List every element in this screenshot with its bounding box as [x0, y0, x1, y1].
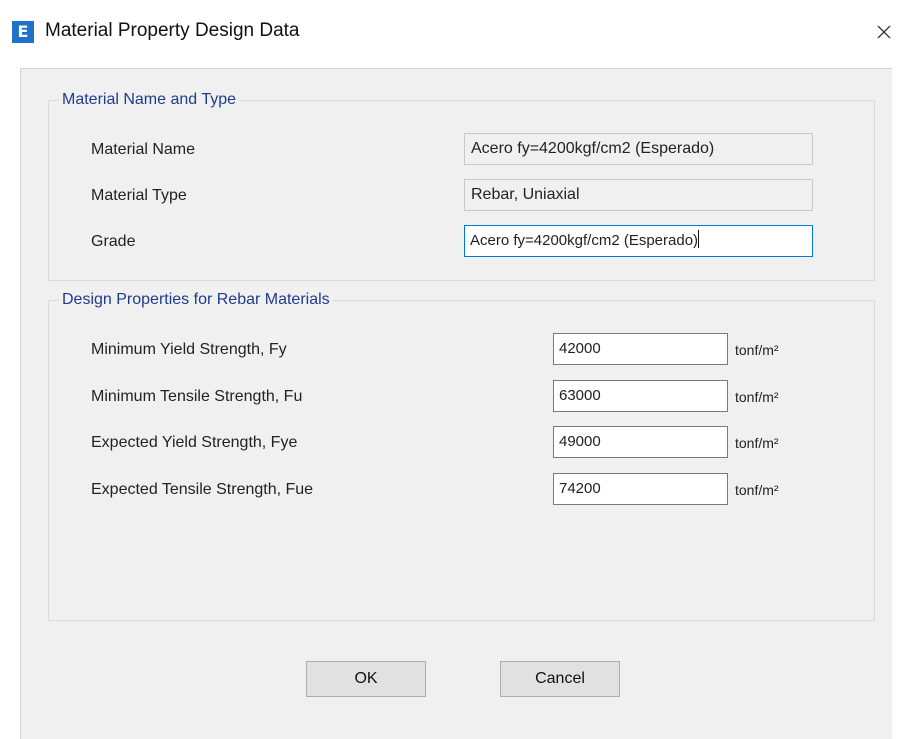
cancel-button[interactable]: Cancel [500, 661, 620, 697]
fue-label: Expected Tensile Strength, Fue [91, 481, 314, 498]
fy-unit: tonf/m² [735, 342, 779, 358]
close-icon [877, 25, 891, 39]
window-title: Material Property Design Data [45, 20, 300, 41]
fy-input[interactable]: 42000 [553, 333, 728, 365]
fu-label: Minimum Tensile Strength, Fu [91, 388, 303, 405]
fye-unit: tonf/m² [735, 435, 779, 451]
dialog-body: Material Name and Type Material Name Ace… [20, 68, 892, 739]
fu-unit: tonf/m² [735, 389, 779, 405]
fue-input[interactable]: 74200 [553, 473, 728, 505]
material-name-field: Acero fy=4200kgf/cm2 (Esperado) [464, 133, 813, 165]
close-button[interactable] [870, 17, 900, 47]
etabs-app-icon: E [12, 21, 34, 43]
fye-label: Expected Yield Strength, Fye [91, 434, 298, 451]
title-bar: E Material Property Design Data [0, 0, 901, 60]
fy-label: Minimum Yield Strength, Fy [91, 341, 287, 358]
material-type-label: Material Type [91, 187, 187, 204]
design-properties-legend: Design Properties for Rebar Materials [62, 291, 330, 308]
fye-input[interactable]: 49000 [553, 426, 728, 458]
material-type-field: Rebar, Uniaxial [464, 179, 813, 211]
material-name-label: Material Name [91, 141, 196, 158]
fu-input[interactable]: 63000 [553, 380, 728, 412]
text-caret [698, 230, 700, 248]
grade-input-text: Acero fy=4200kgf/cm2 (Esperado) [470, 232, 699, 249]
ok-button[interactable]: OK [306, 661, 426, 697]
material-name-type-legend: Material Name and Type [62, 91, 237, 108]
grade-input[interactable]: Acero fy=4200kgf/cm2 (Esperado) [464, 225, 813, 257]
grade-label: Grade [91, 233, 136, 250]
fue-unit: tonf/m² [735, 482, 779, 498]
